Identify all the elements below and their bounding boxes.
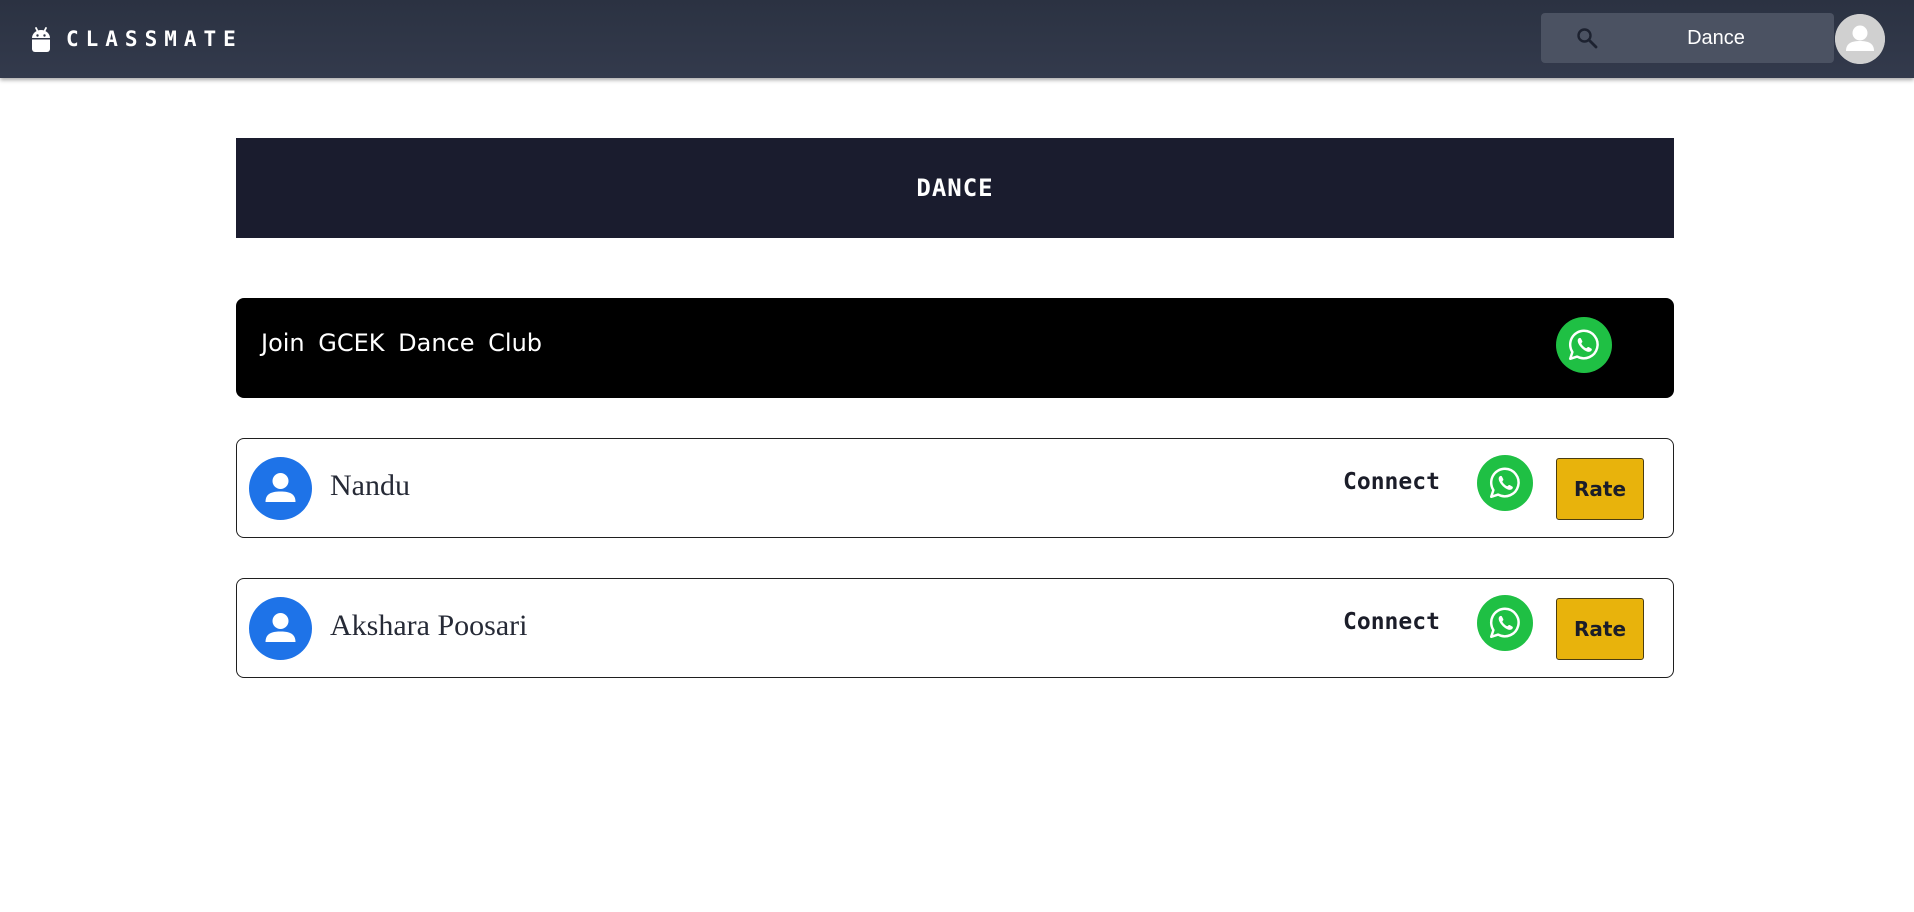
member-avatar <box>249 457 312 520</box>
person-icon <box>265 613 296 642</box>
user-avatar[interactable] <box>1835 14 1885 64</box>
search-icon[interactable] <box>1575 26 1599 50</box>
club-banner: Join GCEK Dance Club <box>236 298 1674 398</box>
whatsapp-icon <box>1489 607 1520 639</box>
brand[interactable]: CLASSMATE <box>30 22 243 56</box>
rate-button[interactable]: Rate <box>1556 458 1644 520</box>
search-input[interactable] <box>1611 13 1821 63</box>
member-avatar <box>249 597 312 660</box>
page-title: DANCE <box>916 174 994 202</box>
member-whatsapp-button[interactable] <box>1477 595 1533 651</box>
person-icon <box>265 473 296 502</box>
brand-name: CLASSMATE <box>66 27 243 51</box>
club-whatsapp-button[interactable] <box>1556 317 1612 373</box>
member-card: Akshara Poosari Connect Rate <box>236 578 1674 678</box>
member-name: Akshara Poosari <box>330 609 528 642</box>
user-icon <box>1835 14 1885 64</box>
top-navbar: CLASSMATE <box>0 0 1914 78</box>
member-name: Nandu <box>330 469 410 502</box>
member-whatsapp-button[interactable] <box>1477 455 1533 511</box>
whatsapp-icon <box>1568 329 1599 361</box>
page-title-bar: DANCE <box>236 138 1674 238</box>
member-card: Nandu Connect Rate <box>236 438 1674 538</box>
club-join-text: Join GCEK Dance Club <box>261 329 543 357</box>
android-logo-icon <box>32 27 50 52</box>
whatsapp-icon <box>1489 467 1520 499</box>
rate-button[interactable]: Rate <box>1556 598 1644 660</box>
connect-label: Connect <box>1343 609 1440 635</box>
search-box[interactable] <box>1541 13 1834 63</box>
connect-label: Connect <box>1343 469 1440 495</box>
